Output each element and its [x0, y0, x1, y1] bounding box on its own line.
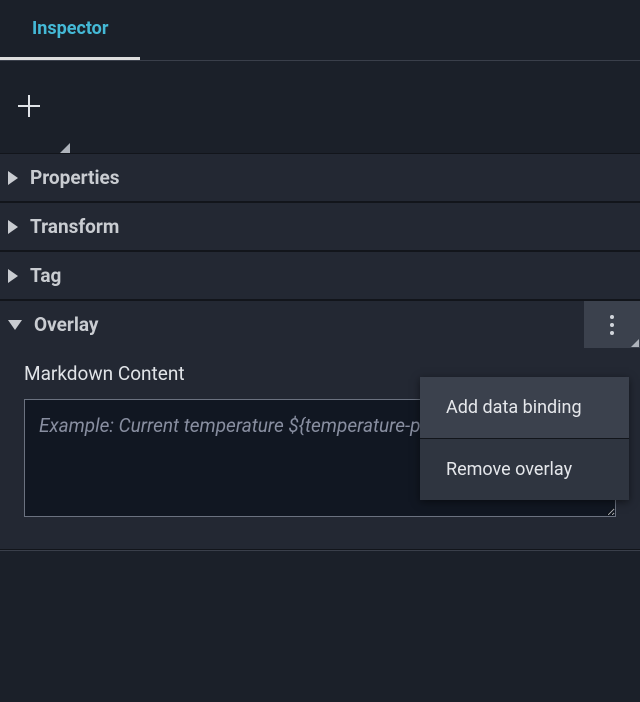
section-properties: Properties [0, 153, 640, 202]
tabs: Inspector [0, 0, 640, 61]
chevron-right-icon [8, 171, 18, 185]
section-label: Properties [30, 166, 120, 189]
section-header-overlay[interactable]: Overlay [0, 301, 640, 348]
chevron-down-icon [8, 320, 22, 330]
section-header-tag[interactable]: Tag [0, 252, 640, 299]
kebab-icon [610, 315, 614, 335]
overlay-context-menu: Add data binding Remove overlay [420, 377, 629, 500]
section-label: Transform [30, 215, 119, 238]
chevron-right-icon [8, 220, 18, 234]
overlay-more-button[interactable] [584, 301, 640, 348]
menu-item-add-data-binding[interactable]: Add data binding [420, 377, 629, 438]
add-button[interactable] [14, 91, 44, 121]
resize-corner-icon [631, 339, 639, 347]
section-header-transform[interactable]: Transform [0, 203, 640, 250]
menu-item-remove-overlay[interactable]: Remove overlay [420, 439, 629, 500]
tab-inspector[interactable]: Inspector [0, 0, 140, 60]
resize-corner-icon [60, 143, 70, 153]
section-label: Overlay [34, 313, 98, 336]
chevron-right-icon [8, 269, 18, 283]
empty-area [0, 550, 640, 660]
section-transform: Transform [0, 202, 640, 251]
toolbar [0, 61, 640, 153]
plus-icon [16, 93, 42, 119]
section-header-properties[interactable]: Properties [0, 154, 640, 201]
section-tag: Tag [0, 251, 640, 300]
section-label: Tag [30, 264, 61, 287]
